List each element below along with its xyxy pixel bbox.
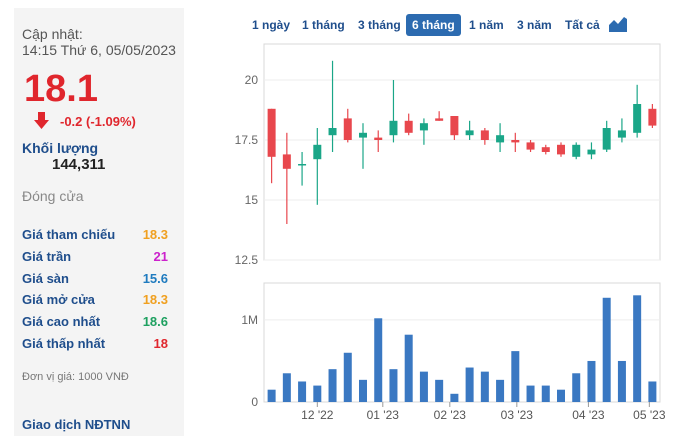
volume-bar <box>419 371 428 402</box>
open-price-label: Giá mở cửa <box>22 292 95 307</box>
candle-body <box>389 120 398 136</box>
high-price-value: 18.6 <box>142 314 168 329</box>
candle-body <box>526 142 535 150</box>
candle-body <box>602 128 611 150</box>
candle-body <box>313 144 322 160</box>
volume-plot-frame <box>263 282 661 403</box>
volume-bar <box>557 389 565 402</box>
volume-bar <box>617 360 626 402</box>
tab-all[interactable]: Tất cả <box>559 14 606 36</box>
volume-bar <box>541 385 550 402</box>
candle-body <box>374 137 383 140</box>
candle-body <box>419 123 428 131</box>
volume-bar <box>602 297 611 402</box>
candle-body <box>633 104 642 133</box>
x-tick-label: 12 '22 <box>301 408 334 422</box>
candle-body <box>465 130 474 136</box>
unit-note: Đơn vị giá: 1000 VNĐ <box>22 371 129 383</box>
candle-body <box>282 154 291 169</box>
volume-bar <box>343 352 352 402</box>
candle-body <box>617 130 626 138</box>
volume-bar <box>511 351 520 402</box>
price-plot-frame <box>263 43 661 261</box>
volume-bar <box>496 379 505 402</box>
floor-price-value: 15.6 <box>142 271 168 286</box>
price-tick-label: 15 <box>245 193 259 207</box>
ref-price-value: 18.3 <box>142 227 168 242</box>
volume-bar <box>450 393 459 402</box>
volume-label: Khối lượng <box>22 140 99 156</box>
candle-body <box>267 108 276 157</box>
volume-value: 144,311 <box>52 156 106 173</box>
volume-bar <box>572 373 581 402</box>
candle-body <box>435 118 444 121</box>
down-arrow-icon <box>34 112 49 129</box>
candle-body <box>572 144 581 157</box>
candle-body <box>496 135 505 143</box>
tab-1-day[interactable]: 1 ngày <box>246 14 296 36</box>
volume-tick-label: 1M <box>241 313 258 327</box>
tab-3-month[interactable]: 3 tháng <box>352 14 407 36</box>
volume-bar <box>648 381 657 402</box>
tab-1-year[interactable]: 1 năm <box>463 14 510 36</box>
price-tick-label: 20 <box>245 73 259 87</box>
low-price-value: 18 <box>153 336 168 351</box>
x-tick-label: 04 '23 <box>572 408 605 422</box>
price-tick-label: 17.5 <box>235 133 259 147</box>
candle-body <box>511 140 520 143</box>
candle-body <box>359 132 367 138</box>
candle-body <box>480 130 489 140</box>
tab-3-year[interactable]: 3 năm <box>511 14 558 36</box>
candle-body <box>343 118 352 140</box>
price-tick-label: 12.5 <box>235 253 259 267</box>
volume-bar <box>526 385 535 402</box>
candle-body <box>404 120 413 133</box>
candle-body <box>587 149 596 155</box>
current-price: 18.1 <box>24 68 98 110</box>
close-label: Đóng cửa <box>22 188 84 204</box>
foreign-trading-link[interactable]: Giao dịch NĐTNN <box>22 417 130 432</box>
open-price-value: 18.3 <box>142 292 168 307</box>
candle-body <box>648 108 657 126</box>
volume-bar <box>465 367 474 402</box>
floor-price-label: Giá sàn <box>22 271 69 286</box>
volume-bar <box>328 369 337 402</box>
ceiling-price-label: Giá trần <box>22 249 72 264</box>
candle-body <box>298 164 307 166</box>
volume-bar <box>374 318 383 402</box>
update-label: Cập nhật: <box>22 26 83 42</box>
price-change: -0.2 (-1.09%) <box>60 114 136 129</box>
x-tick-label: 02 '23 <box>434 408 467 422</box>
ref-price-label: Giá tham chiếu <box>22 227 116 242</box>
volume-tick-label: 0 <box>251 395 258 409</box>
volume-bar <box>389 369 398 402</box>
x-tick-label: 03 '23 <box>501 408 534 422</box>
volume-bar <box>435 379 444 402</box>
update-time: 14:15 Thứ 6, 05/05/2023 <box>22 42 176 58</box>
volume-bar <box>480 371 489 402</box>
chart-type-icon[interactable] <box>609 16 627 32</box>
ceiling-price-value: 21 <box>153 249 168 264</box>
volume-bar <box>313 385 322 402</box>
tab-1-month[interactable]: 1 tháng <box>296 14 351 36</box>
low-price-label: Giá thấp nhất <box>22 336 106 351</box>
high-price-label: Giá cao nhất <box>22 314 101 329</box>
x-tick-label: 01 '23 <box>367 408 400 422</box>
candle-body <box>450 116 459 136</box>
volume-bar <box>404 334 413 402</box>
volume-bar <box>267 389 276 402</box>
tab-6-month[interactable]: 6 tháng <box>406 14 461 36</box>
volume-bar <box>298 381 307 402</box>
volume-bar <box>282 373 291 402</box>
volume-bar <box>587 360 596 402</box>
x-tick-label: 05 '23 <box>633 408 666 422</box>
volume-bar <box>359 379 367 402</box>
candle-body <box>541 147 550 152</box>
candle-body <box>557 144 565 155</box>
volume-bar <box>633 295 642 402</box>
candle-body <box>328 128 337 136</box>
stock-info-panel: Cập nhật: 14:15 Thứ 6, 05/05/2023 18.1 -… <box>14 8 184 436</box>
